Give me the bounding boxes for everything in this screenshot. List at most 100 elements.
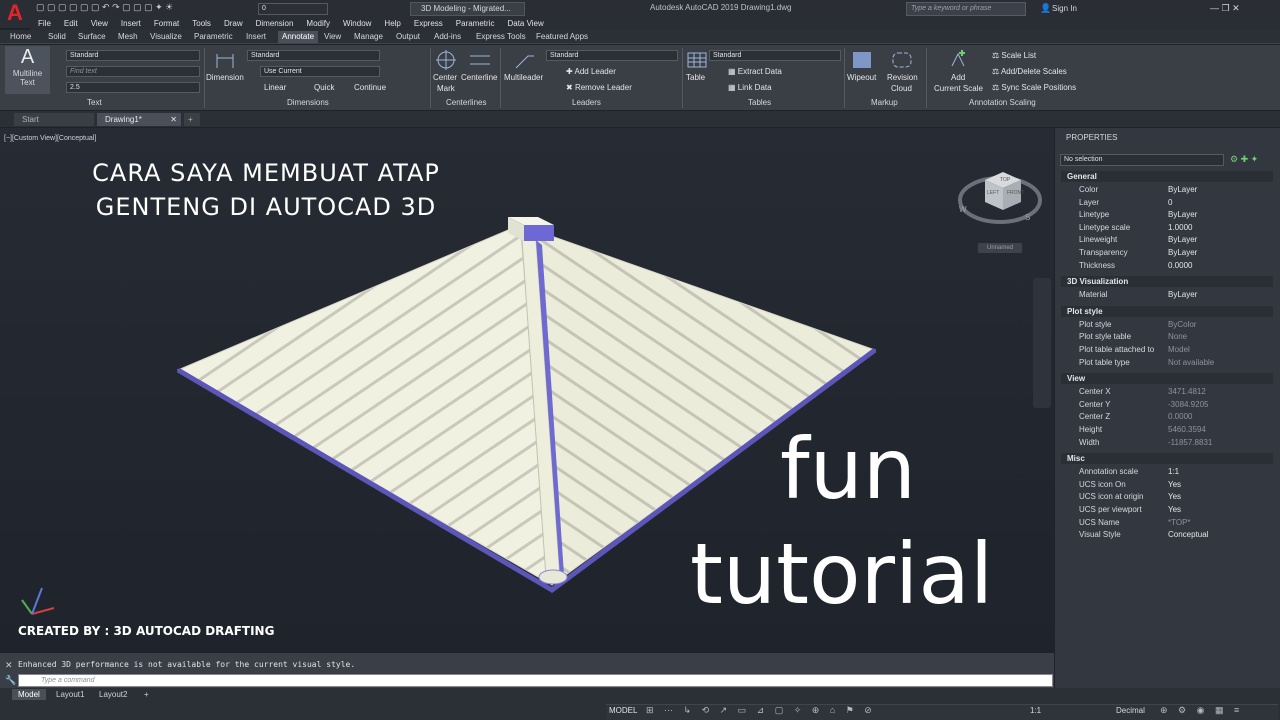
- prop-value[interactable]: 1.0000: [1168, 223, 1192, 232]
- linear-button[interactable]: Linear: [264, 83, 286, 92]
- autocad-logo-icon[interactable]: A: [0, 0, 30, 28]
- text-panel-title[interactable]: Text: [87, 98, 102, 107]
- menu-express[interactable]: Express: [414, 18, 443, 30]
- layout2-tab[interactable]: Layout2: [93, 689, 133, 700]
- add-delete-scales-button[interactable]: ⚖ Add/Delete Scales: [992, 67, 1067, 76]
- section-misc[interactable]: Misc: [1061, 453, 1273, 465]
- menu-tools[interactable]: Tools: [192, 18, 211, 30]
- text-height-dropdown[interactable]: 2.5: [66, 82, 200, 93]
- close-icon[interactable]: ✕: [5, 660, 13, 671]
- tab-featured-apps[interactable]: Featured Apps: [536, 31, 588, 43]
- tab-add-ins[interactable]: Add-ins: [434, 31, 461, 43]
- center-mark-button[interactable]: Center: [433, 73, 457, 82]
- drafting-toggles[interactable]: ⊞ ⋯ ↳ ⟲ ↗ ▭ ⊿ ▢ ✧ ⊕ ⌂ ⚑ ⊘: [646, 705, 876, 716]
- dimensions-panel-title[interactable]: Dimensions: [287, 98, 329, 107]
- prop-value[interactable]: Conceptual: [1168, 530, 1208, 539]
- prop-value[interactable]: *TOP*: [1168, 518, 1191, 527]
- revision-cloud-button[interactable]: Revision: [887, 73, 918, 82]
- menu-insert[interactable]: Insert: [121, 18, 141, 30]
- prop-value[interactable]: -3084.9205: [1168, 400, 1208, 409]
- units-dropdown[interactable]: Decimal: [1116, 706, 1145, 715]
- menu-dimension[interactable]: Dimension: [256, 18, 294, 30]
- dim-style-dropdown[interactable]: Standard: [247, 50, 380, 61]
- viewport-controls-label[interactable]: [−][Custom View][Conceptual]: [4, 135, 96, 142]
- viewcube-icon[interactable]: LEFT FRONT TOP W S: [955, 160, 1045, 230]
- annotation-scale[interactable]: 1:1: [1030, 706, 1041, 715]
- tab-insert[interactable]: Insert: [246, 31, 266, 43]
- tab-surface[interactable]: Surface: [78, 31, 106, 43]
- tab-visualize[interactable]: Visualize: [150, 31, 182, 43]
- start-tab[interactable]: Start: [14, 113, 94, 126]
- prop-value[interactable]: Yes: [1168, 492, 1181, 501]
- prop-value[interactable]: Yes: [1168, 505, 1181, 514]
- prop-value[interactable]: 0: [1168, 198, 1172, 207]
- tab-mesh[interactable]: Mesh: [118, 31, 138, 43]
- menu-help[interactable]: Help: [384, 18, 400, 30]
- tab-view[interactable]: View: [324, 31, 341, 43]
- remove-leader-button[interactable]: ✖ Remove Leader: [566, 83, 632, 92]
- user-icon[interactable]: 👤: [1040, 3, 1051, 14]
- sync-scale-button[interactable]: ⚖ Sync Scale Positions: [992, 83, 1076, 92]
- tables-panel-title[interactable]: Tables: [748, 98, 771, 107]
- quick-select-icons[interactable]: ⚙ ✚ ✦: [1230, 154, 1258, 165]
- dim-layer-dropdown[interactable]: Use Current: [260, 66, 380, 77]
- drawing1-tab[interactable]: Drawing1* ✕: [97, 113, 181, 126]
- add-leader-button[interactable]: ✚ Add Leader: [566, 67, 616, 76]
- prop-value[interactable]: -11857.8831: [1168, 438, 1212, 447]
- link-data-button[interactable]: ▦ Link Data: [728, 83, 772, 92]
- model-space-toggle[interactable]: MODEL: [609, 706, 637, 715]
- new-tab-button[interactable]: +: [184, 113, 200, 126]
- ucs-menu-unnamed[interactable]: Unnamed: [978, 243, 1022, 253]
- table-style-dropdown[interactable]: Standard: [709, 50, 841, 61]
- menu-format[interactable]: Format: [154, 18, 179, 30]
- window-controls[interactable]: — ❐ ✕: [1210, 3, 1240, 14]
- tab-manage[interactable]: Manage: [354, 31, 383, 43]
- sign-in-button[interactable]: Sign In: [1052, 4, 1077, 13]
- prop-value[interactable]: 5460.3594: [1168, 425, 1206, 434]
- prop-value[interactable]: 0.0000: [1168, 412, 1192, 421]
- prop-value[interactable]: 1:1: [1168, 467, 1179, 476]
- tab-solid[interactable]: Solid: [48, 31, 66, 43]
- extract-data-button[interactable]: ▦ Extract Data: [728, 67, 782, 76]
- status-right-icons[interactable]: ⊕ ⚙ ◉ ▦ ≡: [1160, 705, 1243, 716]
- menu-window[interactable]: Window: [343, 18, 371, 30]
- multiline-text-button[interactable]: A Multiline Text: [5, 46, 50, 94]
- prop-value[interactable]: Not available: [1168, 358, 1214, 367]
- command-input[interactable]: Type a command: [18, 674, 1053, 687]
- wipeout-button[interactable]: Wipeout: [847, 73, 876, 82]
- section-general[interactable]: General: [1061, 171, 1273, 182]
- prop-value[interactable]: ByLayer: [1168, 248, 1197, 257]
- centerline-button[interactable]: Centerline: [461, 73, 497, 82]
- find-text-input[interactable]: Find text: [66, 66, 200, 77]
- section-view[interactable]: View: [1061, 373, 1273, 385]
- menu-modify[interactable]: Modify: [306, 18, 330, 30]
- menu-edit[interactable]: Edit: [64, 18, 78, 30]
- menu-file[interactable]: File: [38, 18, 51, 30]
- tab-parametric[interactable]: Parametric: [194, 31, 233, 43]
- prop-value[interactable]: None: [1168, 332, 1187, 341]
- quick-access-toolbar[interactable]: ▢ ▢ ▢ ▢ ▢ ▢ ↶ ↷ ▢ ▢ ▢ ✦ ☀: [36, 2, 173, 16]
- section-3d-visualization[interactable]: 3D Visualization: [1061, 276, 1273, 288]
- tab-annotate[interactable]: Annotate: [278, 31, 319, 43]
- prop-value[interactable]: Model: [1168, 345, 1190, 354]
- menu-parametric[interactable]: Parametric: [456, 18, 495, 30]
- add-current-scale-button[interactable]: Add: [951, 73, 965, 82]
- search-input[interactable]: Type a keyword or phrase: [906, 2, 1026, 16]
- model-tab[interactable]: Model: [12, 689, 46, 700]
- quick-button[interactable]: Quick: [314, 83, 334, 92]
- prop-value[interactable]: ByLayer: [1168, 210, 1197, 219]
- prop-value[interactable]: Yes: [1168, 480, 1181, 489]
- workspace-dropdown[interactable]: 3D Modeling - Migrated...: [410, 2, 525, 16]
- navigation-bar[interactable]: [1033, 278, 1051, 408]
- table-button[interactable]: Table: [686, 73, 705, 82]
- prop-value[interactable]: ByLayer: [1168, 185, 1197, 194]
- tab-home[interactable]: Home: [10, 31, 31, 43]
- menu-view[interactable]: View: [91, 18, 108, 30]
- leader-style-dropdown[interactable]: Standard: [546, 50, 678, 61]
- selection-dropdown[interactable]: No selection: [1060, 154, 1224, 166]
- prop-value[interactable]: 3471.4812: [1168, 387, 1206, 396]
- prop-value[interactable]: ByLayer: [1168, 290, 1197, 299]
- add-layout-button[interactable]: +: [138, 689, 155, 700]
- wrench-icon[interactable]: 🔧: [5, 675, 16, 686]
- prop-value[interactable]: 0.0000: [1168, 261, 1192, 270]
